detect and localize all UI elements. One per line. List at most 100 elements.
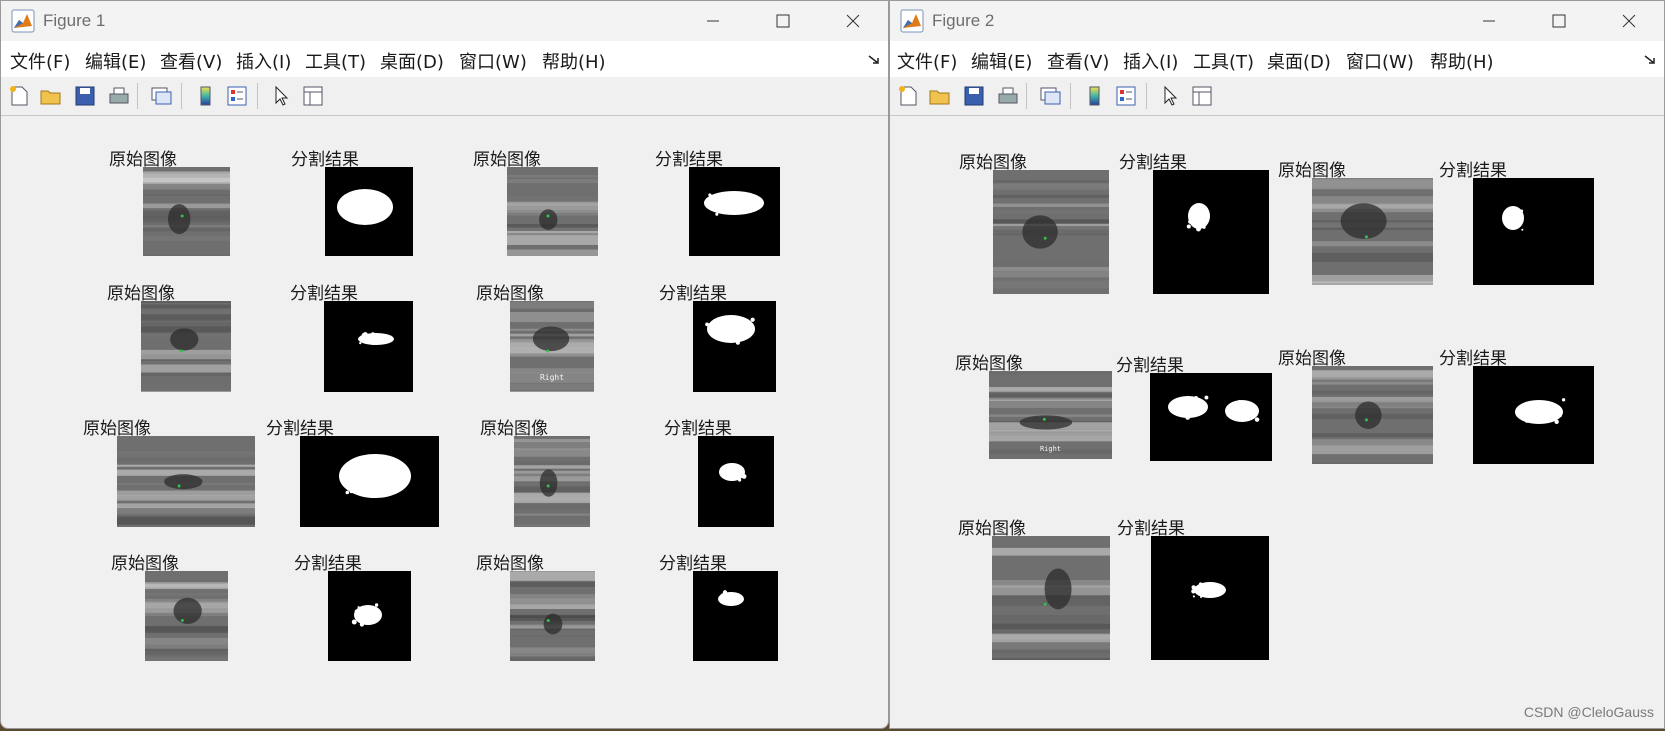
menu-window[interactable]: 窗口(W) (1346, 48, 1414, 74)
new-figure-button[interactable] (5, 82, 33, 110)
menu-tools[interactable]: 工具(T) (305, 48, 366, 74)
dock-figure-icon[interactable] (1644, 55, 1656, 65)
ultrasound-image (143, 167, 230, 256)
close-button[interactable] (1594, 1, 1664, 41)
open-file-button[interactable] (926, 82, 954, 110)
colorbar-button[interactable] (191, 82, 219, 110)
segmentation-mask (1153, 170, 1269, 294)
colorbar-icon (1089, 86, 1100, 106)
menu-insert[interactable]: 插入(I) (1123, 48, 1178, 74)
menu-bar: 文件(F) 编辑(E) 查看(V) 插入(I) 工具(T) 桌面(D) 窗口(W… (1, 41, 888, 77)
property-inspector-icon (303, 86, 323, 106)
image-caption: Right (539, 373, 565, 382)
dock-figure-icon[interactable] (868, 55, 880, 65)
maximize-button[interactable] (1524, 1, 1594, 41)
print-button[interactable] (105, 82, 133, 110)
watermark: CSDN @CleloGauss (1523, 704, 1654, 720)
maximize-icon (1552, 14, 1566, 28)
figure-1-window: Figure 1 文件(F) 编辑(E) 查看(V) 插入(I) 工具(T) 桌… (0, 0, 889, 729)
close-button[interactable] (818, 1, 888, 41)
title-bar[interactable]: Figure 2 (890, 1, 1664, 41)
segmentation-mask (328, 571, 411, 661)
menu-file[interactable]: 文件(F) (10, 48, 70, 74)
menu-bar: 文件(F) 编辑(E) 查看(V) 插入(I) 工具(T) 桌面(D) 窗口(W… (890, 41, 1664, 77)
property-inspector-button[interactable] (299, 82, 327, 110)
toolbar-separator (257, 83, 258, 109)
ultrasound-image (514, 436, 590, 527)
segmentation-mask (300, 436, 439, 527)
ultrasound-image (992, 536, 1110, 660)
minimize-icon (1483, 20, 1495, 22)
edit-plot-button[interactable] (1156, 82, 1184, 110)
segmentation-mask (1150, 373, 1272, 461)
menu-insert[interactable]: 插入(I) (236, 48, 291, 74)
segmentation-mask (1473, 366, 1594, 464)
minimize-icon (707, 20, 719, 22)
property-inspector-icon (1192, 86, 1212, 106)
maximize-icon (776, 14, 790, 28)
ultrasound-image (1312, 178, 1433, 285)
menu-edit[interactable]: 编辑(E) (971, 48, 1032, 74)
matlab-logo-icon (11, 9, 35, 33)
ultrasound-image (507, 167, 598, 256)
title-bar[interactable]: Figure 1 (1, 1, 888, 41)
segmentation-mask (324, 301, 413, 392)
open-file-button[interactable] (37, 82, 65, 110)
property-inspector-button[interactable] (1188, 82, 1216, 110)
minimize-button[interactable] (1454, 1, 1524, 41)
close-icon (846, 14, 860, 28)
menu-view[interactable]: 查看(V) (160, 48, 222, 74)
new-figure-icon (899, 86, 917, 106)
toolbar-separator (1070, 83, 1071, 109)
menu-window[interactable]: 窗口(W) (459, 48, 527, 74)
close-icon (1622, 14, 1636, 28)
link-plot-icon (151, 87, 172, 105)
toolbar-separator (181, 83, 182, 109)
new-figure-button[interactable] (894, 82, 922, 110)
print-icon (109, 87, 129, 104)
menu-help[interactable]: 帮助(H) (1430, 48, 1494, 74)
legend-button[interactable] (1112, 82, 1140, 110)
window-title: Figure 1 (43, 11, 106, 30)
edit-plot-icon (1164, 85, 1178, 106)
print-icon (998, 87, 1018, 104)
menu-view[interactable]: 查看(V) (1047, 48, 1109, 74)
print-button[interactable] (994, 82, 1022, 110)
figure-toolbar (890, 77, 1664, 116)
segmentation-mask (325, 167, 413, 256)
save-button[interactable] (71, 82, 99, 110)
link-plot-button[interactable] (147, 82, 175, 110)
segmentation-mask (1151, 536, 1269, 660)
colorbar-button[interactable] (1080, 82, 1108, 110)
figure-2-window: Figure 2 文件(F) 编辑(E) 查看(V) 插入(I) 工具(T) 桌… (889, 0, 1665, 729)
figure-toolbar (1, 77, 888, 116)
legend-icon (1116, 86, 1136, 106)
legend-button[interactable] (223, 82, 251, 110)
toolbar-separator (1146, 83, 1147, 109)
menu-desktop[interactable]: 桌面(D) (1267, 48, 1331, 74)
toolbar-separator (1026, 83, 1027, 109)
link-plot-icon (1040, 87, 1061, 105)
menu-tools[interactable]: 工具(T) (1193, 48, 1254, 74)
segmentation-mask (693, 571, 778, 661)
ultrasound-image (145, 571, 228, 661)
edit-plot-icon (275, 85, 289, 106)
menu-edit[interactable]: 编辑(E) (85, 48, 146, 74)
segmentation-mask (698, 436, 774, 527)
menu-file[interactable]: 文件(F) (897, 48, 957, 74)
matlab-logo-icon (900, 9, 924, 33)
segmentation-mask (689, 167, 780, 256)
minimize-button[interactable] (678, 1, 748, 41)
save-button[interactable] (960, 82, 988, 110)
segmentation-mask (693, 301, 776, 392)
ultrasound-image (117, 436, 255, 527)
maximize-button[interactable] (748, 1, 818, 41)
menu-desktop[interactable]: 桌面(D) (380, 48, 444, 74)
segmentation-mask (1473, 178, 1594, 285)
link-plot-button[interactable] (1036, 82, 1064, 110)
colorbar-icon (200, 86, 211, 106)
edit-plot-button[interactable] (267, 82, 295, 110)
menu-help[interactable]: 帮助(H) (542, 48, 606, 74)
open-file-icon (929, 90, 950, 105)
save-icon (964, 86, 984, 106)
